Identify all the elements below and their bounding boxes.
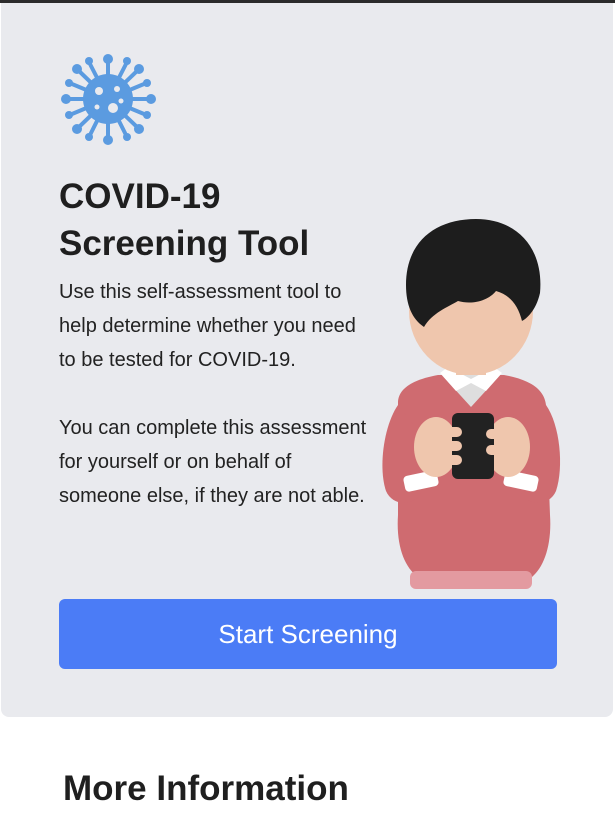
- person-holding-phone-illustration: [382, 219, 561, 589]
- virus-icon: [61, 54, 156, 145]
- more-information-heading: More Information: [63, 769, 349, 808]
- hero-card: COVID-19 Screening Tool Use this self-as…: [1, 3, 613, 717]
- page-title-line-2: Screening Tool: [59, 224, 310, 263]
- start-screening-button[interactable]: Start Screening: [59, 599, 557, 669]
- page-title: COVID-19 Screening Tool: [59, 173, 379, 267]
- hero-description: Use this self-assessment tool to help de…: [59, 275, 377, 513]
- description-paragraph-1: Use this self-assessment tool to help de…: [59, 281, 356, 371]
- page-title-line-1: COVID-19: [59, 177, 221, 216]
- description-paragraph-2: You can complete this assessment for you…: [59, 417, 367, 507]
